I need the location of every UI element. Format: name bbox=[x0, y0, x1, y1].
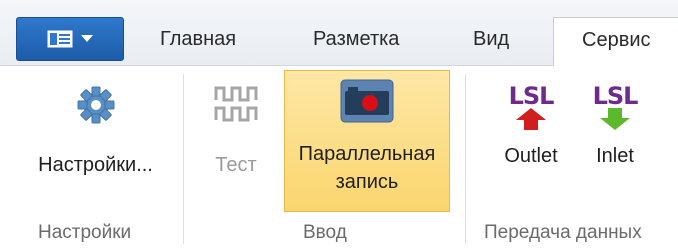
app-menu-button[interactable] bbox=[16, 17, 124, 61]
parallel-recording-label-line1: Параллельная bbox=[298, 143, 436, 165]
inlet-button[interactable]: LSL Inlet bbox=[580, 80, 650, 190]
outlet-button-label: Outlet bbox=[504, 145, 558, 167]
parallel-recording-button[interactable]: Параллельная запись bbox=[284, 70, 450, 212]
ribbon: Главная Разметка Вид Сервис Настройки...… bbox=[0, 0, 678, 252]
lsl-outlet-icon-text: LSL bbox=[508, 82, 555, 110]
settings-button[interactable]: Настройки... bbox=[28, 80, 163, 190]
tab-service[interactable]: Сервис bbox=[553, 17, 678, 66]
record-icon bbox=[340, 79, 394, 123]
group-separator bbox=[183, 74, 184, 244]
group-label-input: Ввод bbox=[303, 222, 347, 243]
parallel-recording-label-line2: запись bbox=[335, 171, 399, 193]
up-arrow-icon bbox=[516, 108, 546, 130]
down-arrow-icon bbox=[600, 108, 630, 130]
test-button[interactable]: Тест bbox=[196, 80, 276, 190]
group-label-settings: Настройки bbox=[38, 222, 132, 243]
tab-view[interactable]: Вид bbox=[473, 28, 509, 51]
outlet-button[interactable]: LSL Outlet bbox=[490, 80, 572, 190]
waveform-icon bbox=[214, 86, 258, 122]
settings-button-label: Настройки... bbox=[38, 154, 153, 176]
lsl-inlet-icon: LSL bbox=[580, 80, 650, 138]
group-separator bbox=[465, 74, 466, 244]
lsl-inlet-icon-text: LSL bbox=[592, 82, 639, 110]
tab-home[interactable]: Главная bbox=[160, 28, 236, 51]
tab-markup[interactable]: Разметка bbox=[313, 28, 399, 51]
gear-icon bbox=[77, 86, 114, 124]
inlet-button-label: Inlet bbox=[596, 145, 634, 167]
ribbon-tab-strip: Главная Разметка Вид Сервис bbox=[0, 0, 678, 66]
chevron-down-icon bbox=[81, 35, 93, 42]
ribbon-menu-icon bbox=[47, 30, 73, 48]
lsl-outlet-icon: LSL bbox=[490, 80, 572, 138]
test-button-label: Тест bbox=[215, 154, 257, 176]
group-label-data-transfer: Передача данных bbox=[484, 222, 642, 243]
